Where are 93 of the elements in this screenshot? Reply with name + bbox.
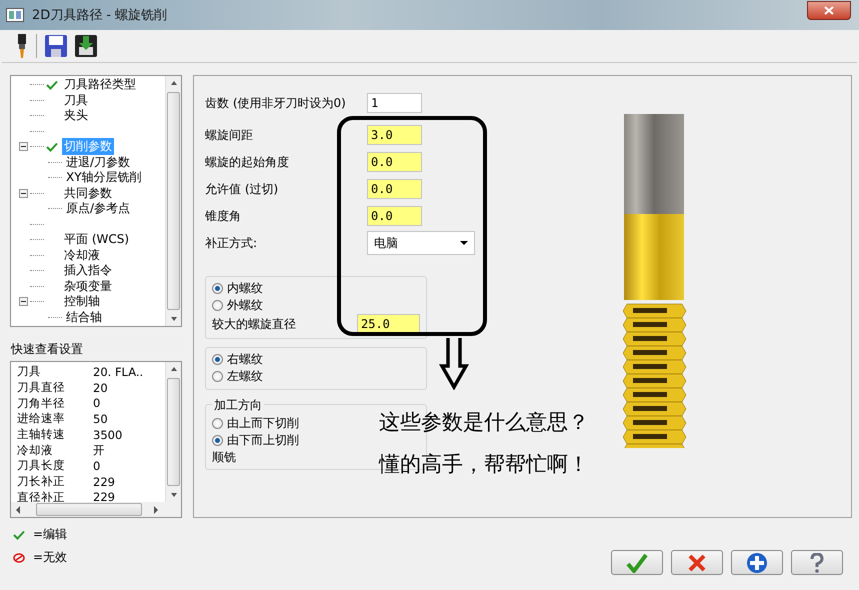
tree-item[interactable]: 共同参数 — [62, 184, 114, 202]
input-field[interactable]: 25.0 — [357, 314, 420, 334]
tree-item[interactable]: 进退/刀参数 — [64, 154, 132, 171]
setting-value: 229 — [93, 490, 116, 502]
setting-name: 刀具长度 — [17, 458, 66, 474]
input-field[interactable]: 1 — [367, 93, 422, 113]
field-label: 允许值 (过切) — [205, 180, 280, 198]
radio-label: 外螺纹 — [227, 297, 263, 314]
cancel-button[interactable] — [671, 550, 723, 575]
setting-name: 刀长补正 — [17, 474, 66, 490]
save-download-icon[interactable] — [75, 35, 97, 57]
field-label: 较大的螺旋直径 — [212, 316, 296, 332]
quick-view-title: 快速查看设置 — [11, 341, 84, 358]
radio-button[interactable] — [212, 418, 223, 429]
field-label: 齿数 (使用非牙刀时设为0) — [205, 94, 347, 112]
add-button[interactable] — [731, 550, 783, 575]
field-label: 螺旋间距 — [205, 126, 254, 144]
scroll-down-icon[interactable] — [170, 315, 178, 323]
field-label: 锥度角 — [205, 208, 242, 224]
input-field[interactable]: 0.0 — [367, 206, 422, 226]
expand-toggle[interactable] — [19, 142, 28, 152]
plus-icon — [746, 552, 768, 574]
check-icon — [626, 552, 648, 572]
tree-item[interactable]: 插入指令 — [62, 262, 114, 280]
milling-note: 顺铣 — [212, 449, 236, 465]
scroll-left-icon[interactable] — [14, 506, 22, 514]
setting-name: 进给速率 — [17, 411, 66, 426]
radio-label: 内螺纹 — [227, 280, 263, 297]
tree-item[interactable]: 原点/参考点 — [64, 200, 132, 218]
compensation-dropdown[interactable]: 电脑 — [367, 231, 475, 255]
field-label: 螺旋的起始角度 — [205, 154, 290, 170]
tool-holder-icon[interactable] — [16, 34, 28, 58]
setting-value: 20 — [93, 380, 109, 395]
radio-button[interactable] — [212, 283, 223, 294]
tree-item[interactable]: 夹头 — [62, 107, 90, 124]
field-label: 补正方式: — [205, 234, 258, 252]
setting-name: 主轴转速 — [17, 427, 66, 442]
tree-item[interactable]: XY轴分层铣削 — [64, 169, 144, 186]
legend-label: =无效 — [33, 549, 68, 566]
setting-value: 0 — [93, 396, 102, 410]
setting-name: 直径补正 — [17, 490, 66, 502]
close-icon — [688, 554, 706, 572]
input-field[interactable]: 0.0 — [367, 179, 422, 199]
setting-value: 开 — [93, 442, 106, 458]
radio-label: 由下而上切削 — [227, 432, 299, 449]
tree-item[interactable]: 冷却液 — [62, 246, 102, 264]
radio-button[interactable] — [212, 371, 223, 382]
input-field[interactable]: 0.0 — [367, 152, 422, 172]
scrollbar[interactable] — [165, 76, 181, 326]
window-title: 2D刀具路径 - 螺旋铣削 — [32, 7, 168, 24]
tree-item[interactable]: 杂项变量 — [62, 278, 114, 295]
horizontal-scrollbar[interactable] — [11, 502, 181, 517]
expand-toggle[interactable] — [19, 188, 28, 198]
scroll-down-icon[interactable] — [170, 491, 178, 499]
expand-toggle[interactable] — [19, 297, 28, 306]
scrollbar[interactable] — [165, 362, 181, 502]
close-icon — [824, 6, 834, 14]
close-button[interactable] — [807, 0, 851, 20]
setting-value: 20. FLA.. — [93, 364, 144, 379]
radio-button[interactable] — [212, 354, 223, 365]
tree-item[interactable]: 结合轴 — [64, 308, 104, 326]
dropdown-arrow-icon — [460, 241, 468, 245]
setting-value: 0 — [93, 458, 102, 473]
setting-value: 3500 — [93, 428, 124, 442]
setting-name: 刀具 — [17, 364, 42, 380]
setting-name: 刀角半径 — [17, 396, 66, 411]
question-text: 懂的高手，帮帮忙啊！ — [379, 451, 589, 478]
setting-name: 冷却液 — [17, 442, 54, 458]
tree-item[interactable]: 刀具路径类型 — [62, 76, 138, 94]
radio-button[interactable] — [212, 300, 223, 311]
help-icon — [810, 552, 824, 572]
help-button[interactable] — [791, 550, 843, 575]
tree-item[interactable]: 控制轴 — [62, 293, 102, 310]
invalid-icon — [13, 552, 25, 562]
scroll-right-icon[interactable] — [152, 506, 160, 514]
setting-name: 刀具直径 — [17, 380, 66, 396]
check-icon — [13, 530, 25, 540]
setting-value: 50 — [93, 412, 109, 426]
input-field[interactable]: 3.0 — [367, 125, 422, 145]
radio-label: 由上而下切削 — [227, 415, 299, 432]
setting-value: 229 — [93, 474, 116, 489]
app-icon — [6, 8, 24, 22]
scroll-up-icon[interactable] — [170, 365, 178, 373]
ok-button[interactable] — [611, 550, 663, 575]
tree-item[interactable]: 刀具 — [62, 92, 90, 109]
save-icon[interactable] — [45, 35, 67, 57]
legend-label: =编辑 — [33, 526, 68, 543]
radio-label: 右螺纹 — [227, 351, 263, 368]
radio-label: 左螺纹 — [227, 368, 263, 385]
radio-button[interactable] — [212, 435, 223, 446]
question-text: 这些参数是什么意思？ — [379, 409, 589, 436]
scroll-up-icon[interactable] — [170, 79, 178, 87]
tree-item[interactable]: 平面 (WCS) — [62, 231, 132, 248]
